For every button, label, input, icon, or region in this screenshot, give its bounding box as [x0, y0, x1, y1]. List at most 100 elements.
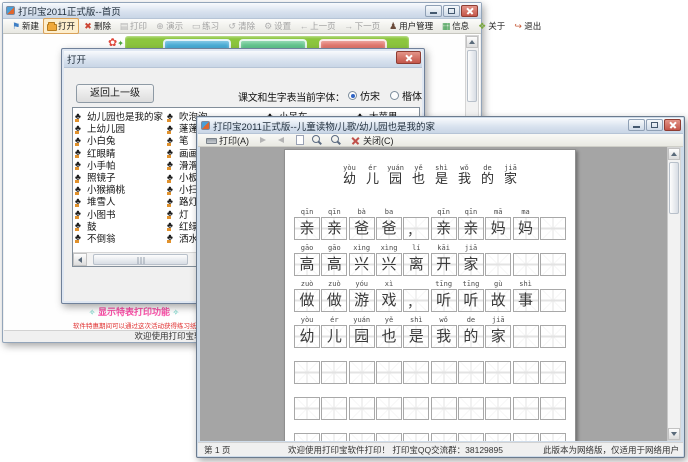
pinyin-cell: gāo [321, 244, 347, 252]
hanzi-box [458, 433, 484, 441]
close-button[interactable] [461, 5, 478, 17]
hanzi-box: 妈 [513, 217, 539, 240]
lesson-icon: ♣ [75, 136, 85, 145]
minimize-button[interactable] [628, 119, 645, 131]
close-button[interactable]: 关闭(C) [347, 134, 397, 147]
title-column: yě也 [407, 164, 430, 187]
pinyin-cell [513, 244, 539, 252]
toolbar-button-print[interactable]: ▤打印 [115, 18, 151, 34]
zoom-in-button[interactable] [328, 135, 345, 146]
hanzi-char: 园 [354, 329, 369, 344]
maximize-button[interactable] [646, 119, 663, 131]
preview-scrollbar[interactable] [667, 147, 681, 441]
pinyin-cell: de [458, 316, 484, 324]
minimize-button[interactable] [425, 5, 442, 17]
radio-kaiti[interactable]: 楷体 [390, 88, 422, 103]
print-button[interactable]: 打印(A) [203, 134, 252, 147]
scroll-down-button[interactable] [668, 428, 680, 440]
scroll-thumb[interactable] [669, 162, 679, 214]
hanzi-box [376, 433, 402, 441]
toolbar-button-about[interactable]: ❖关于 [473, 18, 509, 34]
toolbar-button-user-management[interactable]: ♟用户管理 [384, 18, 437, 34]
maximize-button[interactable] [443, 5, 460, 17]
promo-deco-icon: ✧ [173, 308, 180, 317]
boxes-row: 亲亲爸爸，亲亲妈妈 [294, 217, 566, 240]
lesson-icon: ♣ [167, 197, 177, 206]
hanzi-box [540, 325, 566, 348]
pinyin-cell: ér [321, 316, 347, 324]
toolbar-button-new[interactable]: ⚑新建 [7, 18, 43, 34]
dialog-title: 打开 [67, 52, 86, 66]
pinyin-cell [403, 424, 429, 432]
zoom-out-button[interactable] [309, 135, 326, 146]
hanzi-box [431, 361, 457, 384]
hanzi-box [294, 433, 320, 441]
back-level-button[interactable]: 返回上一级 [76, 84, 154, 103]
toolbar-button-info[interactable]: ▦信息 [437, 18, 473, 34]
hanzi-char: ， [404, 225, 420, 239]
toolbar-button-clear[interactable]: ↺清除 [223, 18, 259, 34]
hanzi-char: 高 [300, 257, 315, 272]
print-icon: ▤ [119, 22, 129, 31]
about-icon: ❖ [477, 22, 487, 31]
open-folder-icon [47, 24, 57, 31]
pinyin-cell: mā [485, 208, 511, 216]
clear-label: 清除 [238, 20, 255, 32]
toolbar-button-exit[interactable]: ↪退出 [509, 18, 545, 34]
print-button-label: 打印(A) [219, 134, 249, 147]
pinyin-cell [513, 352, 539, 360]
pinyin-cell [321, 352, 347, 360]
back-window-title: 打印宝2011正式版--首页 [18, 4, 121, 18]
scroll-up-button[interactable] [668, 148, 680, 160]
radio-fangsong[interactable]: 仿宋 [348, 88, 380, 103]
pinyin-cell [540, 208, 566, 216]
toolbar-button-settings[interactable]: ⚙设置 [259, 18, 295, 34]
radio-circle-icon[interactable] [390, 91, 399, 100]
toolbar-button-delete[interactable]: ✖删除 [79, 18, 115, 34]
title-column: yuán园 [384, 164, 407, 187]
toolbar-button-demo[interactable]: ⊕演示 [151, 18, 187, 34]
hanzi-box: 故 [485, 289, 511, 312]
hanzi-box: 离 [403, 253, 429, 276]
users-icon: ♟ [388, 22, 398, 31]
close-button[interactable] [664, 119, 681, 131]
toolbar-button-prev-page[interactable]: ←上一页 [295, 18, 340, 34]
pinyin-cell: wǒ [431, 316, 457, 324]
new-icon: ⚑ [11, 22, 21, 31]
hanzi-box: ， [403, 289, 429, 312]
toolbar-button-practice[interactable]: ▭练习 [187, 18, 223, 34]
open-label: 打开 [58, 20, 75, 32]
printer-icon [206, 138, 217, 144]
hanzi-box [376, 397, 402, 420]
hanzi-box: ， [403, 217, 429, 240]
hanzi-box [349, 397, 375, 420]
lesson-item[interactable]: ♣不倒翁 [75, 232, 171, 244]
hanzi-char: 是 [409, 329, 424, 344]
lesson-icon: ♣ [167, 173, 177, 182]
prev-page-button[interactable] [273, 135, 290, 146]
hanzi-box [458, 397, 484, 420]
preview-statusbar: 第 1 页 欢迎使用打印宝软件打印！ 打印宝QQ交流群：38129895 此版本… [198, 442, 683, 456]
next-page-button[interactable] [254, 135, 271, 146]
app-icon [6, 6, 15, 15]
radio-circle-icon[interactable] [348, 91, 357, 100]
hanzi-box: 事 [513, 289, 539, 312]
scroll-up-button[interactable] [466, 36, 478, 48]
pinyin-row [294, 424, 566, 432]
preview-toolbar: 打印(A) 关闭(C) [198, 134, 683, 147]
dialog-window-controls [396, 51, 421, 64]
prev-page-icon: ← [299, 22, 309, 31]
hanzi-char: 做 [300, 293, 315, 308]
fit-page-button[interactable] [292, 135, 307, 145]
lesson-icon: ♣ [75, 185, 85, 194]
dialog-close-button[interactable] [396, 51, 421, 64]
hanzi-box [403, 433, 429, 441]
toolbar-button-open[interactable]: 打开 [43, 18, 79, 34]
hanzi-box [458, 361, 484, 384]
scroll-left-button[interactable] [73, 253, 87, 266]
toolbar-button-next-page[interactable]: →下一页 [340, 18, 385, 34]
scroll-thumb[interactable] [93, 254, 188, 265]
hanzi-char: 儿 [327, 329, 342, 344]
scroll-thumb[interactable] [467, 50, 477, 102]
lesson-icon: ♣ [75, 148, 85, 157]
